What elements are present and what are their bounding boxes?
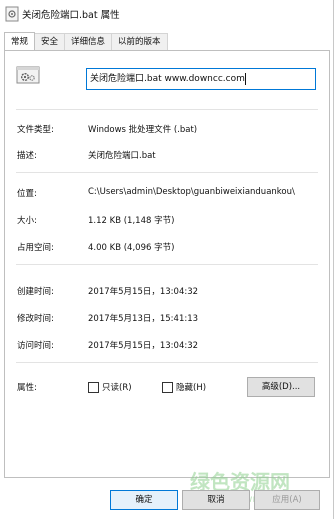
tab-previous-versions[interactable]: 以前的版本 <box>111 33 168 50</box>
tab-details[interactable]: 详细信息 <box>64 33 113 50</box>
size-on-disk-value: 4.00 KB (4,096 字节) <box>88 243 175 253</box>
modified-value: 2017年5月13日，15:41:13 <box>88 314 199 324</box>
hidden-checkbox-box[interactable] <box>162 381 173 393</box>
accessed-label: 访问时间: <box>17 341 54 351</box>
attributes-label: 属性: <box>17 383 37 393</box>
divider <box>16 172 318 173</box>
batch-file-gear-icon <box>16 66 40 84</box>
readonly-checkbox[interactable]: 只读(R) <box>88 381 132 393</box>
tab-security[interactable]: 安全 <box>34 33 66 50</box>
file-name-value: 关闭危险端口.bat www.downcc.com <box>90 74 245 84</box>
location-label: 位置: <box>17 189 37 199</box>
divider <box>16 264 318 265</box>
divider <box>16 362 318 363</box>
created-label: 创建时间: <box>17 287 54 297</box>
divider <box>16 109 318 110</box>
readonly-checkbox-label: 只读(R) <box>102 383 132 393</box>
size-label: 大小: <box>17 216 37 226</box>
description-label: 描述: <box>17 151 37 161</box>
size-value: 1.12 KB (1,148 字节) <box>88 216 175 226</box>
tab-strip: 常规 安全 详细信息 以前的版本 <box>4 32 168 51</box>
cancel-button[interactable]: 取消 <box>182 490 250 510</box>
batch-file-icon <box>5 6 19 22</box>
size-on-disk-label: 占用空间: <box>17 243 54 253</box>
text-caret <box>244 72 246 85</box>
hidden-checkbox-label: 隐藏(H) <box>176 383 207 393</box>
modified-label: 修改时间: <box>17 314 54 324</box>
apply-button[interactable]: 应用(A) <box>254 490 320 510</box>
properties-dialog: 关闭危险端口.bat 属性 常规 安全 详细信息 以前的版本 关闭危险端口.ba… <box>0 0 334 519</box>
readonly-checkbox-box[interactable] <box>88 381 99 393</box>
title-bar[interactable]: 关闭危险端口.bat 属性 <box>0 0 334 30</box>
location-value[interactable]: C:\Users\admin\Desktop\guanbiweixianduan… <box>88 187 295 197</box>
file-name-input[interactable]: 关闭危险端口.bat www.downcc.com <box>86 68 316 90</box>
created-value: 2017年5月15日，13:04:32 <box>88 287 199 297</box>
file-type-value: Windows 批处理文件 (.bat) <box>88 125 198 135</box>
accessed-value: 2017年5月15日，13:04:32 <box>88 341 199 351</box>
tab-general[interactable]: 常规 <box>4 32 36 50</box>
file-type-label: 文件类型: <box>17 125 54 135</box>
window-title: 关闭危险端口.bat 属性 <box>22 10 120 21</box>
advanced-button[interactable]: 高级(D)... <box>247 377 315 397</box>
ok-button[interactable]: 确定 <box>110 490 178 510</box>
hidden-checkbox[interactable]: 隐藏(H) <box>162 381 206 393</box>
description-value: 关闭危险端口.bat <box>88 151 156 161</box>
